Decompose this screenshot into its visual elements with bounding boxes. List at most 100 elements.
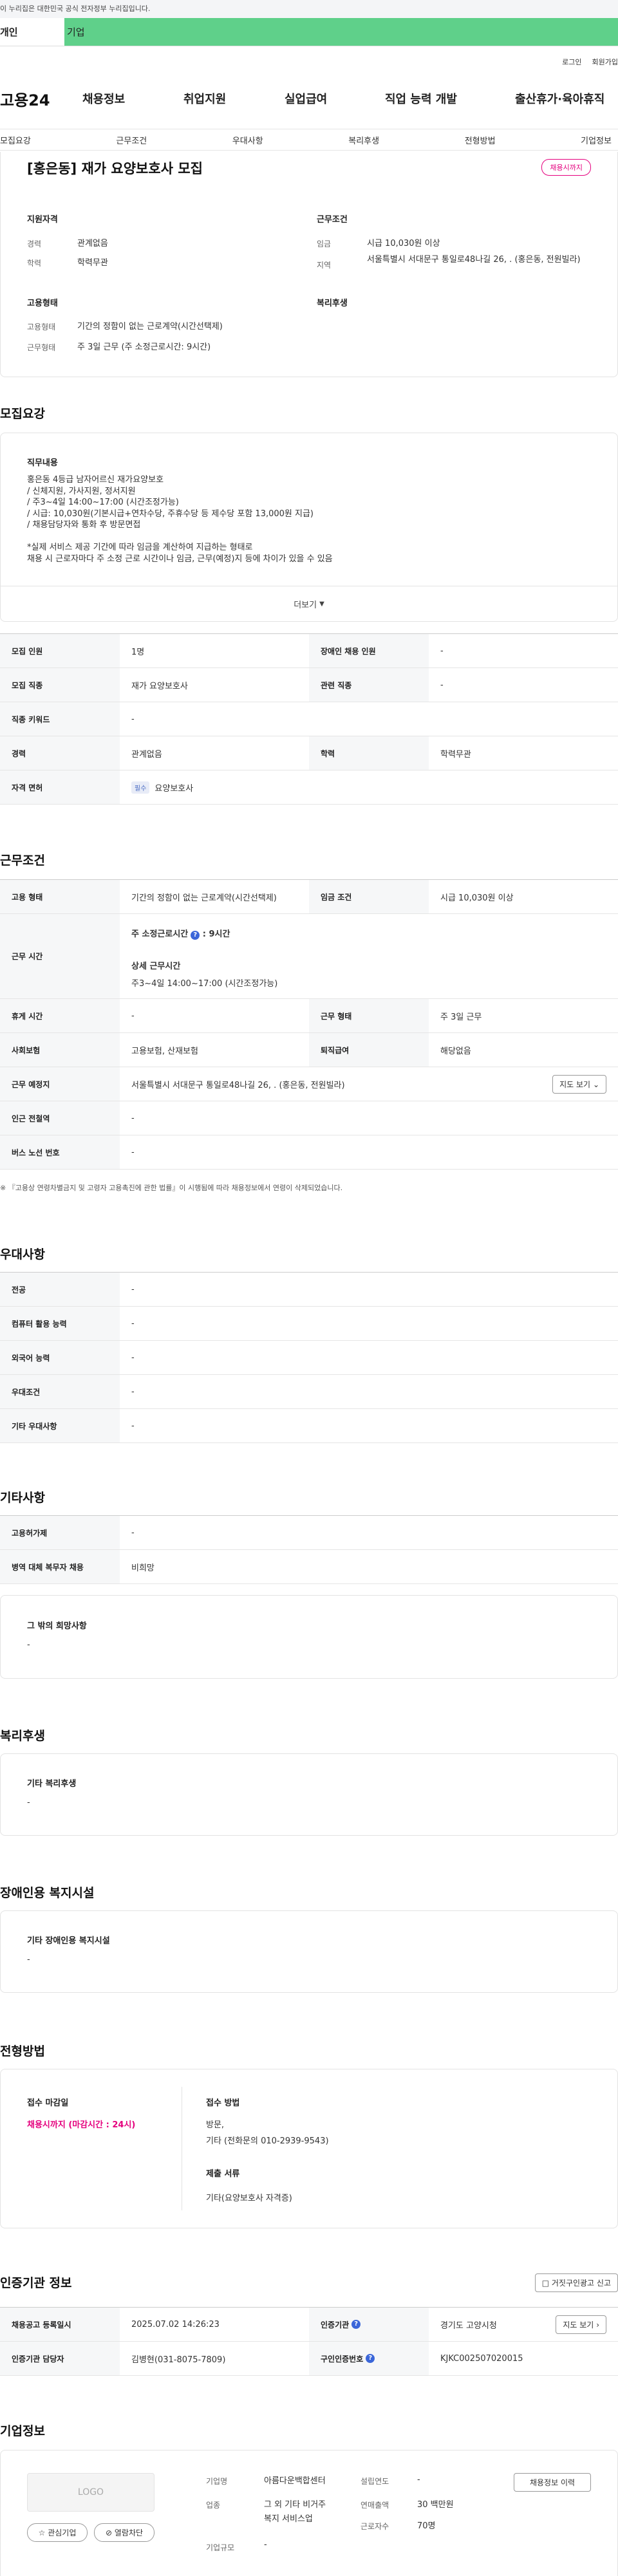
bus-label: 버스 노선 번호 <box>0 1135 120 1169</box>
welfare-card <box>0 1753 618 1836</box>
worktype-label: 근무 형태 <box>309 999 429 1032</box>
emp-type-label: 고용형태 <box>27 322 56 331</box>
info-icon[interactable]: ? <box>351 2320 361 2329</box>
subnav-recruit[interactable]: 모집요강 <box>0 134 31 146</box>
detail-hours-value: 주3~4일 14:00~17:00 (시간조정가능) <box>131 979 278 989</box>
certifier-table: 채용공고 등록일시 2025.07.02 14:26:23 인증기관? 경기도 … <box>0 2307 618 2376</box>
tab-personal[interactable]: 개인 <box>0 18 64 46</box>
language-label: 외국어 능력 <box>0 1341 120 1374</box>
more-label: 더보기 <box>294 601 317 610</box>
gov-notice-bar: 이 누리집은 대한민국 공식 전자정부 누리집입니다. <box>0 0 618 18</box>
table-row: 기타 우대사항 - <box>0 1409 618 1443</box>
subway-value: - <box>131 1113 135 1123</box>
career-label: 경력 <box>27 239 42 248</box>
company-name-value: 아름다운백합센터 <box>264 2476 326 2486</box>
gov-notice-text: 이 누리집은 대한민국 공식 전자정부 누리집입니다. <box>0 5 151 13</box>
revenue-label: 연매출액 <box>360 2501 389 2510</box>
info-icon[interactable]: ? <box>366 2354 375 2363</box>
table-row: 모집 직종 재가 요양보호사 관련 직종 - <box>0 668 618 702</box>
rest-value: - <box>131 1011 135 1021</box>
map-view-button[interactable]: 지도 보기 ⌄ <box>552 1074 606 1094</box>
subnav-selection[interactable]: 전형방법 <box>465 134 496 146</box>
site-logo[interactable]: 고용24 <box>0 88 77 110</box>
duties-line: 채용 시 근로자마다 주 소정 근로 시간이나 임금, 근무(예정)지 등에 차… <box>27 554 333 564</box>
weekly-hours-value: : 9시간 <box>202 929 230 939</box>
weekly-hours: 주 소정근로시간? : 9시간 <box>131 927 606 940</box>
employees-value: 70명 <box>417 2521 436 2531</box>
chevron-down-icon: ▼ <box>319 601 324 608</box>
subnav-preferences[interactable]: 우대사항 <box>232 134 263 146</box>
login-link[interactable]: 로그인 <box>562 57 581 67</box>
deadline-value: 채용시까지 (마감시간 : 24시) <box>27 2120 136 2130</box>
table-row: 사회보험 고용보험, 산재보험 퇴직급여 해당없음 <box>0 1033 618 1067</box>
logo-placeholder-text: LOGO <box>77 2487 104 2497</box>
wage-label: 임금 <box>317 239 332 248</box>
weekly-hours-label: 주 소정근로시간 <box>131 929 189 939</box>
cert-id-label-text: 구인인증번호 <box>321 2354 364 2364</box>
education-label: 학력 <box>309 736 429 770</box>
subnav-company[interactable]: 기업정보 <box>581 134 612 146</box>
gnb-item-unemployment-benefit[interactable]: 실업급여 <box>285 90 327 107</box>
revenue-value: 30 백만원 <box>417 2500 454 2510</box>
welfare-section-title: 복리후생 <box>0 1729 45 1743</box>
table-row: 외국어 능력 - <box>0 1341 618 1375</box>
recruit-history-button[interactable]: 채용정보 이력 <box>514 2473 591 2492</box>
signup-link[interactable]: 회원가입 <box>592 57 618 67</box>
table-row: 경력 관계없음 학력 학력무관 <box>0 736 618 770</box>
duties-line: / 채용담당자와 통화 후 방문면접 <box>27 520 141 530</box>
gnb-item-jobs[interactable]: 채용정보 <box>82 90 125 107</box>
tab-company[interactable]: 기업 <box>64 18 618 46</box>
method-line1: 방문, <box>206 2120 225 2130</box>
career-value: 관계없음 <box>131 749 162 760</box>
table-row: 우대조건 - <box>0 1375 618 1409</box>
industry-line2: 복지 서비스업 <box>264 2514 313 2524</box>
gnb-item-vocational-training[interactable]: 직업 능력 개발 <box>385 90 457 107</box>
place-label: 근무 예정지 <box>0 1067 120 1101</box>
duties-spacer <box>27 531 333 543</box>
work-type-label: 근무형태 <box>27 343 56 352</box>
welfare-box-value: - <box>27 1798 30 1807</box>
etc-value: - <box>131 1421 135 1431</box>
more-button[interactable]: 더보기 ▼ <box>0 586 618 622</box>
block-icon: ⊘ <box>105 2528 113 2537</box>
company-size-value: - <box>264 2540 267 2550</box>
bus-value: - <box>131 1147 135 1157</box>
military-value: 비희망 <box>131 1563 154 1573</box>
wage-cond-label: 임금 조건 <box>309 880 429 913</box>
keyword-label: 직종 키워드 <box>0 702 120 736</box>
table-row: 직종 키워드 - <box>0 702 618 736</box>
block-label: 열람차단 <box>114 2528 144 2537</box>
job-label: 모집 직종 <box>0 668 120 702</box>
method-line2: 기타 (전화문의 010-2939-9543) <box>206 2136 329 2146</box>
report-button[interactable]: □ 거짓구인광고 신고 <box>534 2273 618 2292</box>
place-value: 서울특별시 서대문구 통일로48나길 26, . (홍은동, 전원빌라) 지도 … <box>120 1067 618 1101</box>
disabled-label: 장애인 채용 인원 <box>309 634 429 667</box>
agency-text: 경기도 고양시청 <box>440 2320 497 2331</box>
user-type-tabs: 개인 기업 <box>0 18 618 46</box>
gnb-item-parental-leave[interactable]: 출산휴가·육아휴직 <box>515 90 604 107</box>
related-value: - <box>440 680 444 690</box>
table-row: 인근 전철역 - <box>0 1101 618 1135</box>
table-row: 채용공고 등록일시 2025.07.02 14:26:23 인증기관? 경기도 … <box>0 2308 618 2342</box>
disabled-value: - <box>440 646 444 656</box>
subnav-welfare[interactable]: 복리후생 <box>348 134 379 146</box>
rest-label: 휴게 시간 <box>0 999 120 1032</box>
deadline-badge: 채용시까지 <box>541 159 591 176</box>
retire-value: 해당없음 <box>440 1046 471 1056</box>
agency-map-button[interactable]: 지도 보기 › <box>556 2315 606 2334</box>
favorite-company-button[interactable]: ☆ 관심기업 <box>27 2523 88 2542</box>
subnav-conditions[interactable]: 근무조건 <box>116 134 147 146</box>
disabled-facility-section-title: 장애인용 복지시설 <box>0 1886 95 1900</box>
age-law-note: ※ 『고용상 연령차별금지 및 고령자 고용촉진에 관한 법률』이 시행됨에 따… <box>0 1184 343 1192</box>
insurance-label: 사회보험 <box>0 1033 120 1067</box>
reg-date-value: 2025.07.02 14:26:23 <box>131 2319 220 2329</box>
hours-label: 근무 시간 <box>0 914 120 998</box>
info-icon[interactable]: ? <box>191 931 200 940</box>
table-row: 인증기관 담당자 김병현(031-8075-7809) 구인인증번호? KJKC… <box>0 2342 618 2376</box>
table-row: 버스 노선 번호 - <box>0 1135 618 1170</box>
others-table: 고용허가제 - 병역 대체 복무자 채용 비희망 <box>0 1515 618 1584</box>
gnb-item-employment-support[interactable]: 취업지원 <box>183 90 226 107</box>
emp-value: 기간의 정함이 없는 근로계약(시간선택제) <box>131 893 277 903</box>
top-links: 로그인 회원가입 <box>562 57 618 67</box>
block-company-button[interactable]: ⊘ 열람차단 <box>94 2523 154 2542</box>
